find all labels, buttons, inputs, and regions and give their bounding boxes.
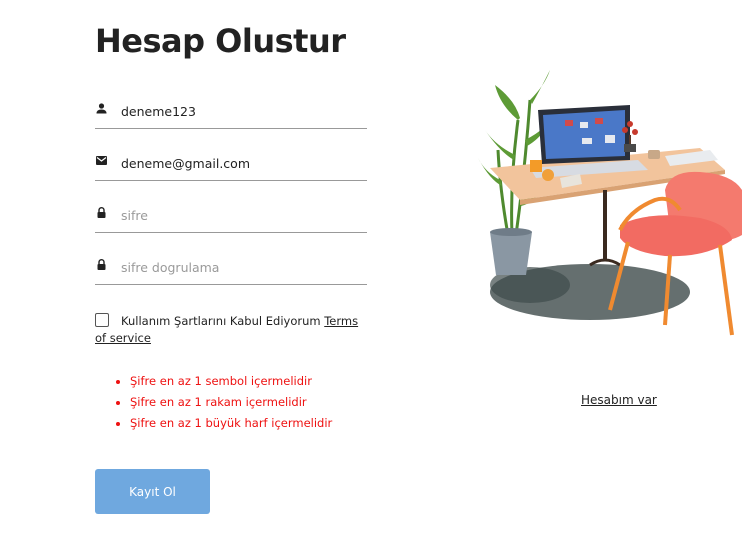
password-confirm-input[interactable] <box>121 254 361 280</box>
password-field <box>95 202 367 233</box>
password-confirm-field <box>95 254 367 285</box>
terms-checkbox[interactable] <box>95 313 109 327</box>
person-icon <box>95 102 107 114</box>
desk-illustration <box>478 70 742 336</box>
lock-icon <box>95 258 107 270</box>
email-input[interactable] <box>121 150 361 176</box>
have-account-link[interactable]: Hesabım var <box>581 393 657 407</box>
email-field <box>95 150 367 181</box>
register-button[interactable]: Kayıt Ol <box>95 469 210 514</box>
password-input[interactable] <box>121 202 361 228</box>
page-title: Hesap Olustur <box>95 22 346 60</box>
username-field <box>95 98 367 129</box>
error-message: Şifre en az 1 rakam içermelidir <box>114 394 332 415</box>
error-message: Şifre en az 1 sembol içermelidir <box>114 373 332 394</box>
mail-icon <box>95 154 107 166</box>
password-error-list: Şifre en az 1 sembol içermelidir Şifre e… <box>114 373 332 436</box>
error-message: Şifre en az 1 büyük harf içermelidir <box>114 415 332 436</box>
username-input[interactable] <box>121 98 361 124</box>
terms-label: Kullanım Şartlarını Kabul Ediyorum <box>121 314 321 328</box>
terms-row: Kullanım Şartlarını Kabul Ediyorum Terms… <box>95 313 370 347</box>
lock-icon <box>95 206 107 218</box>
